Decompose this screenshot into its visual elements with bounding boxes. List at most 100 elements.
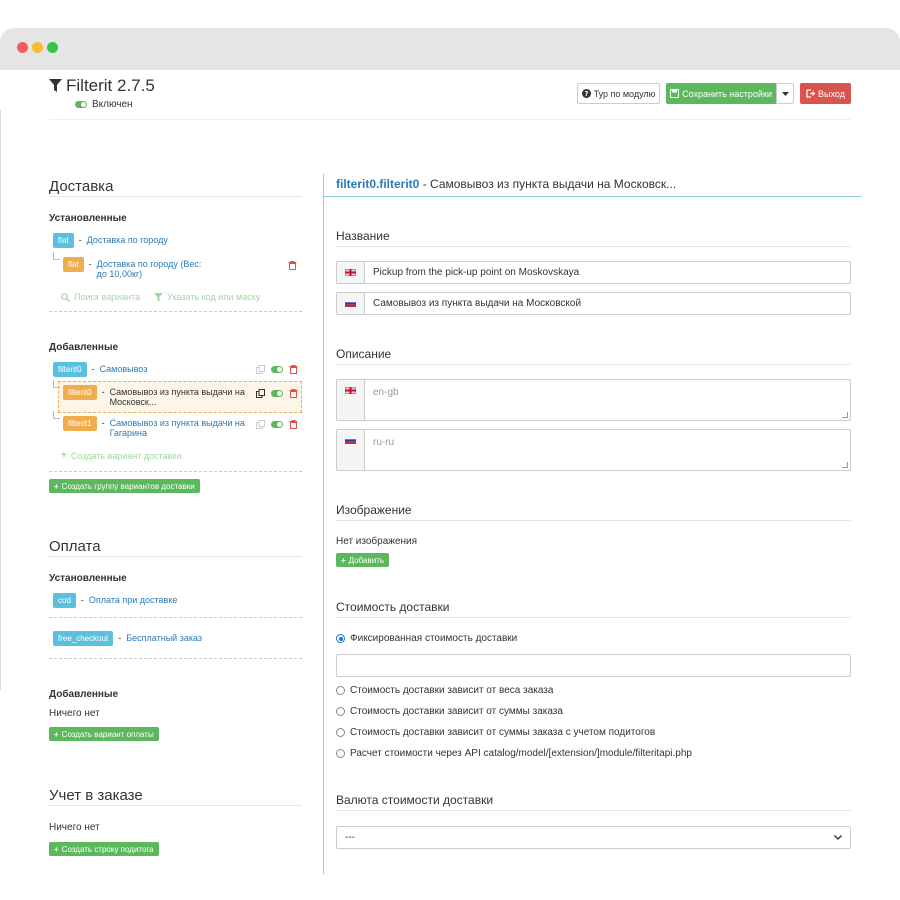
cost-option-fixed[interactable]: Фиксированная стоимость доставки [336,633,517,644]
fixed-cost-input[interactable] [336,654,851,677]
toggle-on-icon[interactable] [75,101,87,108]
installed-delivery-row[interactable]: flat - Доставка по городу [53,233,168,248]
plus-icon: + [54,729,59,739]
toggle-on-icon[interactable] [271,421,283,428]
tour-button[interactable]: ? Тур по модулю [577,83,660,104]
cost-option-label: Фиксированная стоимость доставки [350,633,518,644]
added-delivery-row[interactable]: filterit0 - Самовывоз [53,362,147,377]
row-actions [256,389,298,398]
radio-icon[interactable] [336,749,345,758]
delivery-link[interactable]: Самовывоз из пункта выдачи на Гагарина [110,416,248,438]
cost-option-label: Расчет стоимости через API catalog/model… [350,748,692,759]
delivery-heading: Доставка [49,178,114,195]
radio-icon[interactable] [336,707,345,716]
payment-link[interactable]: Бесплатный заказ [126,631,202,643]
maximize-window-dot[interactable] [47,42,58,53]
description-en-textarea[interactable]: en-gb [336,379,851,421]
trash-icon[interactable] [288,261,297,270]
added-delivery-row-selected[interactable]: filterit0 - Самовывоз из пункта выдачи н… [63,385,248,407]
copy-icon[interactable] [256,365,265,374]
row-actions [256,420,298,429]
create-payment-button[interactable]: + Создать вариант оплаты [49,727,159,741]
delivery-link[interactable]: Доставка по городу [87,233,168,245]
toggle-on-icon[interactable] [271,390,283,397]
name-heading: Название [336,229,390,243]
trash-icon[interactable] [289,420,298,429]
editor-code: filterit0.filterit0 [336,177,420,191]
image-heading: Изображение [336,503,412,517]
tree-connector [53,252,60,260]
delivery-code-badge: filterit0 [63,385,97,400]
filter-code-label: Указать код или маску [167,292,261,302]
exit-button[interactable]: Выход [800,83,851,104]
tree-connector [53,380,60,388]
no-image-text: Нет изображения [336,536,418,547]
row-actions [256,365,298,374]
currency-select[interactable]: --- [336,826,851,849]
installed-delivery-row[interactable]: flat - Доставка по городу (Вес: до 10,00… [63,257,213,279]
search-variant-link[interactable]: Поиск варианта [61,292,140,302]
module-status-label: Включен [92,99,133,110]
cost-option-sum[interactable]: Стоимость доставки зависит от суммы зака… [336,706,563,717]
create-payment-label: Создать вариант оплаты [61,729,154,739]
totals-empty: Ничего нет [49,822,100,833]
installed-payment-row[interactable]: cod - Оплата при доставке [53,593,177,608]
added-delivery-row[interactable]: filterit1 - Самовывоз из пункта выдачи н… [63,416,248,438]
currency-heading: Валюта стоимости доставки [336,793,494,807]
name-en-field[interactable]: Pickup from the pick-up point on Moskovs… [336,261,851,284]
sign-out-icon [806,89,816,98]
section-dashed-divider [49,617,302,618]
chevron-down-icon [834,835,842,840]
question-icon: ? [581,89,591,98]
description-ru-textarea[interactable]: ru-ru [336,429,851,471]
description-ru-placeholder: ru-ru [373,437,395,448]
trash-icon[interactable] [289,389,298,398]
description-rule [336,364,851,365]
save-dropdown-button[interactable] [776,83,794,104]
create-delivery-group-label: Создать группу вариантов доставки [61,481,195,491]
trash-icon[interactable] [289,365,298,374]
totals-rule [49,805,302,806]
resize-handle-icon[interactable] [842,412,848,418]
cost-option-subtotals[interactable]: Стоимость доставки зависит от суммы зака… [336,727,655,738]
radio-icon[interactable] [336,686,345,695]
create-total-label: Создать строку подитога [61,844,154,854]
name-ru-field[interactable]: Самовывоз из пункта выдачи на Московской [336,292,851,315]
delivery-link[interactable]: Самовывоз [100,362,148,374]
create-delivery-variant-link[interactable]: + Создать вариант доставки [61,450,181,461]
radio-checked-icon[interactable] [336,634,345,643]
add-image-button[interactable]: + Добавить [336,553,390,567]
filter-icon [154,292,163,301]
editor-title: filterit0.filterit0 - Самовывоз из пункт… [336,177,677,191]
floppy-icon [670,89,680,98]
editor-title-text: Самовывоз из пункта выдачи на Московск..… [430,177,677,191]
delivery-link[interactable]: Доставка по городу (Вес: до 10,00кг) [97,257,213,279]
caret-down-icon [781,91,789,96]
delivery-added-label: Добавленные [49,342,119,353]
payment-link[interactable]: Оплата при доставке [89,593,177,605]
radio-icon[interactable] [336,728,345,737]
delivery-link[interactable]: Самовывоз из пункта выдачи на Московск..… [110,385,248,407]
description-en-placeholder: en-gb [373,387,399,398]
cost-option-api[interactable]: Расчет стоимости через API catalog/model… [336,748,692,759]
copy-icon[interactable] [256,420,265,429]
minimize-window-dot[interactable] [32,42,43,53]
copy-icon[interactable] [256,389,265,398]
currency-rule [336,810,851,811]
save-settings-button[interactable]: Сохранить настройки [666,83,776,104]
app-title-text: Filterit 2.7.5 [66,76,155,95]
installed-payment-row[interactable]: free_checkout - Бесплатный заказ [53,631,202,646]
toggle-on-icon[interactable] [271,366,283,373]
create-delivery-group-button[interactable]: + Создать группу вариантов доставки [49,479,200,493]
cost-option-weight[interactable]: Стоимость доставки зависит от веса заказ… [336,685,553,696]
delivery-code-badge: filterit0 [53,362,87,377]
resize-handle-icon[interactable] [842,462,848,468]
close-window-dot[interactable] [17,42,28,53]
delivery-code-badge: flat [53,233,74,248]
svg-text:?: ? [584,90,588,98]
filter-code-link[interactable]: Указать код или маску [154,292,260,302]
column-divider [323,174,324,874]
create-total-button[interactable]: + Создать строку подитога [49,842,159,856]
plus-icon: + [54,481,59,491]
search-variant-label: Поиск варианта [74,292,141,302]
